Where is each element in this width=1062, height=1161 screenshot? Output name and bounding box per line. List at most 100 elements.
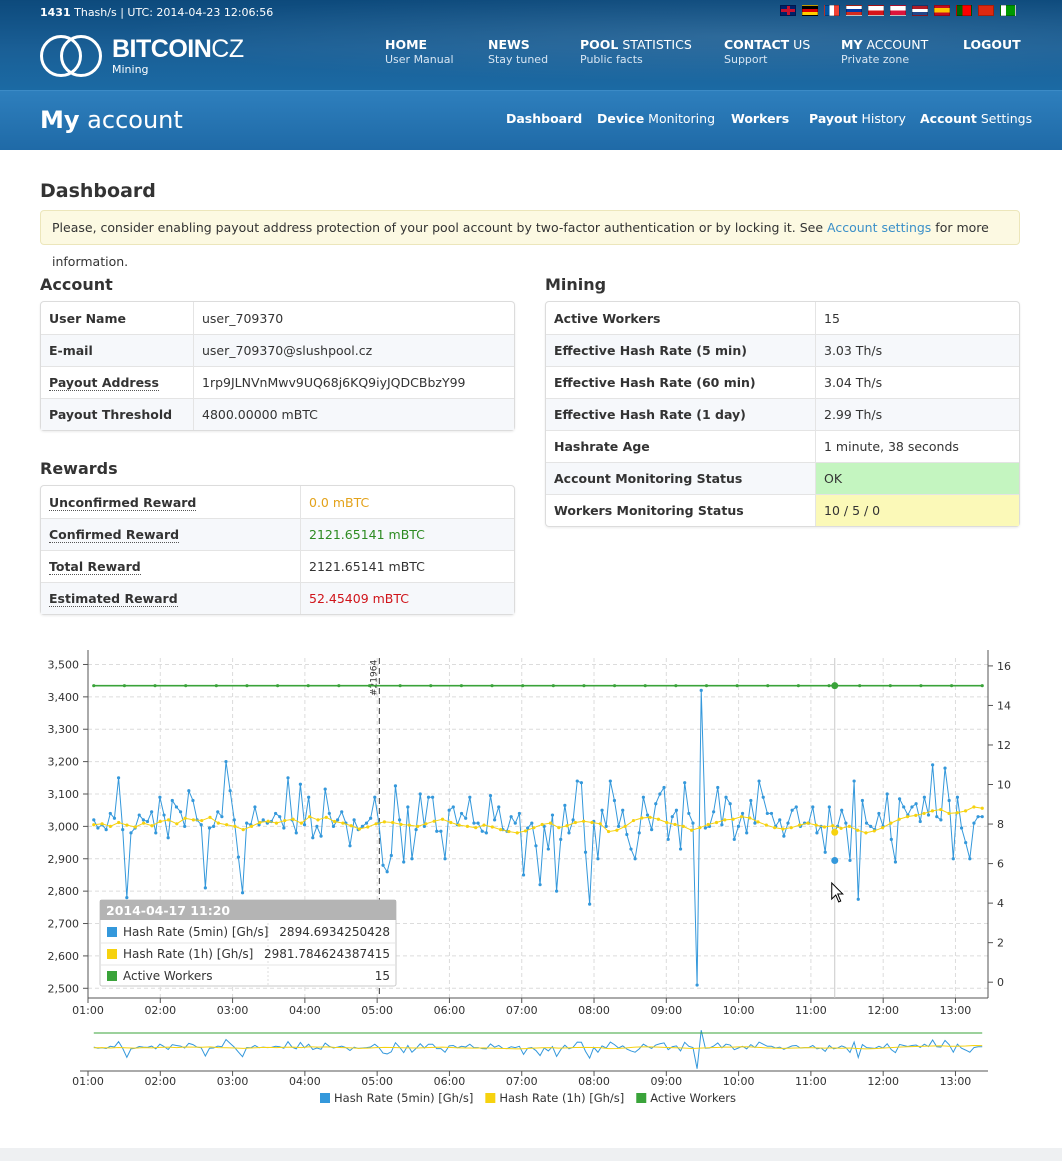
nav-logout[interactable]: LOGOUT bbox=[963, 37, 1021, 52]
tab-workers[interactable]: Workers bbox=[731, 111, 789, 126]
data-point bbox=[910, 805, 914, 809]
row-label: Workers Monitoring Status bbox=[546, 494, 816, 526]
x-tick-label: 08:00 bbox=[578, 1004, 610, 1017]
data-point bbox=[955, 811, 959, 815]
data-point bbox=[416, 824, 420, 828]
row-label[interactable]: Payout Address bbox=[49, 375, 159, 391]
uk-flag-icon[interactable] bbox=[780, 5, 796, 16]
hashrate-chart[interactable]: 2,500 2,600 2,700 2,800 2,900 3,000 3,100 3,200… bbox=[0, 640, 1062, 1140]
data-point bbox=[233, 824, 237, 828]
data-point bbox=[856, 897, 860, 901]
data-point bbox=[258, 820, 262, 825]
data-point bbox=[315, 824, 319, 828]
data-point bbox=[778, 818, 782, 822]
data-point bbox=[294, 831, 298, 835]
data-point bbox=[869, 824, 873, 828]
security-notice: Please, consider enabling payout address… bbox=[40, 210, 1020, 269]
navigator-tick-label: 06:00 bbox=[434, 1075, 466, 1088]
cn-flag-icon[interactable] bbox=[978, 5, 994, 16]
pt-flag-icon[interactable] bbox=[956, 5, 972, 16]
x-tick-label: 07:00 bbox=[506, 1004, 538, 1017]
data-point bbox=[302, 823, 307, 827]
data-point bbox=[200, 818, 204, 823]
navigator-tick-label: 07:00 bbox=[506, 1075, 538, 1088]
data-point bbox=[573, 820, 577, 825]
data-point bbox=[864, 821, 869, 825]
data-point bbox=[224, 760, 228, 764]
tab-device-monitoring[interactable]: Device Monitoring bbox=[597, 111, 715, 126]
logo-subtitle: Mining bbox=[112, 63, 149, 76]
data-point bbox=[947, 811, 951, 816]
x-tick-label: 01:00 bbox=[72, 1004, 104, 1017]
data-point bbox=[606, 829, 611, 834]
eo-flag-icon[interactable] bbox=[1000, 5, 1016, 16]
data-point bbox=[141, 818, 145, 822]
data-point bbox=[645, 813, 650, 817]
data-point bbox=[736, 824, 741, 828]
data-point bbox=[208, 815, 212, 819]
tab-account-settings[interactable]: Account Settings bbox=[920, 111, 1032, 126]
data-point bbox=[683, 781, 687, 785]
nav-my-account[interactable]: MY ACCOUNT Private zone bbox=[841, 37, 928, 67]
data-point bbox=[451, 805, 455, 809]
data-point bbox=[880, 826, 885, 830]
pl-flag-icon[interactable] bbox=[890, 5, 906, 16]
data-point bbox=[220, 815, 224, 819]
es-flag-icon[interactable] bbox=[934, 5, 950, 16]
notice-text: Please, consider enabling payout address… bbox=[52, 220, 828, 235]
data-point bbox=[823, 850, 827, 854]
data-point bbox=[121, 828, 125, 832]
row-label[interactable]: Unconfirmed Reward bbox=[49, 494, 197, 511]
data-point bbox=[848, 858, 852, 862]
site-logo[interactable]: BITCOINCZ Mining bbox=[40, 35, 244, 77]
data-point bbox=[521, 873, 526, 877]
table-row: Effective Hash Rate (60 min) 3.04 Th/s bbox=[546, 366, 1019, 398]
data-point bbox=[964, 809, 968, 813]
row-label[interactable]: Total Reward bbox=[49, 559, 141, 575]
legend-swatch bbox=[636, 1093, 647, 1103]
nav-contact-us[interactable]: CONTACT US Support bbox=[724, 37, 810, 67]
data-point bbox=[905, 815, 910, 819]
data-point bbox=[212, 824, 216, 828]
row-value: 2.99 Th/s bbox=[816, 398, 1019, 430]
data-point bbox=[116, 776, 121, 780]
data-point bbox=[158, 819, 162, 824]
data-point bbox=[249, 824, 254, 828]
tab-payout-history[interactable]: Payout History bbox=[809, 111, 906, 126]
nav-news[interactable]: NEWS Stay tuned bbox=[488, 37, 548, 67]
data-point bbox=[373, 795, 377, 799]
data-point bbox=[756, 820, 760, 824]
data-point bbox=[283, 818, 287, 823]
data-point bbox=[308, 815, 312, 819]
data-point bbox=[980, 806, 984, 810]
ru-flag-icon[interactable] bbox=[846, 5, 862, 16]
navigator-tick-label: 05:00 bbox=[361, 1075, 393, 1088]
data-point bbox=[554, 889, 559, 893]
nav-home[interactable]: HOME User Manual bbox=[385, 37, 454, 67]
de-flag-icon[interactable] bbox=[802, 5, 818, 16]
data-point bbox=[931, 763, 935, 767]
data-point bbox=[476, 821, 480, 825]
data-point bbox=[327, 811, 331, 816]
data-point bbox=[598, 822, 602, 826]
nl-flag-icon[interactable] bbox=[912, 5, 928, 16]
y2-tick-label: 2 bbox=[997, 937, 1004, 950]
data-point bbox=[557, 826, 561, 830]
nav-pool-statistics[interactable]: POOL STATISTICS Public facts bbox=[580, 37, 692, 67]
row-label[interactable]: Confirmed Reward bbox=[49, 527, 180, 543]
data-point bbox=[596, 857, 600, 861]
data-point bbox=[856, 828, 860, 832]
y-tick-label: 3,400 bbox=[48, 691, 80, 704]
tab-dashboard[interactable]: Dashboard bbox=[506, 111, 582, 126]
data-point bbox=[426, 795, 431, 799]
fr-flag-icon[interactable] bbox=[824, 5, 840, 16]
account-settings-link[interactable]: Account settings bbox=[827, 220, 931, 235]
data-point bbox=[187, 789, 191, 793]
data-point bbox=[980, 815, 984, 819]
cz-flag-icon[interactable] bbox=[868, 5, 884, 16]
y2-tick-label: 10 bbox=[997, 779, 1011, 792]
row-label: Effective Hash Rate (5 min) bbox=[546, 334, 816, 366]
data-point bbox=[399, 822, 403, 827]
row-label[interactable]: Estimated Reward bbox=[49, 591, 178, 607]
data-point bbox=[407, 823, 411, 827]
